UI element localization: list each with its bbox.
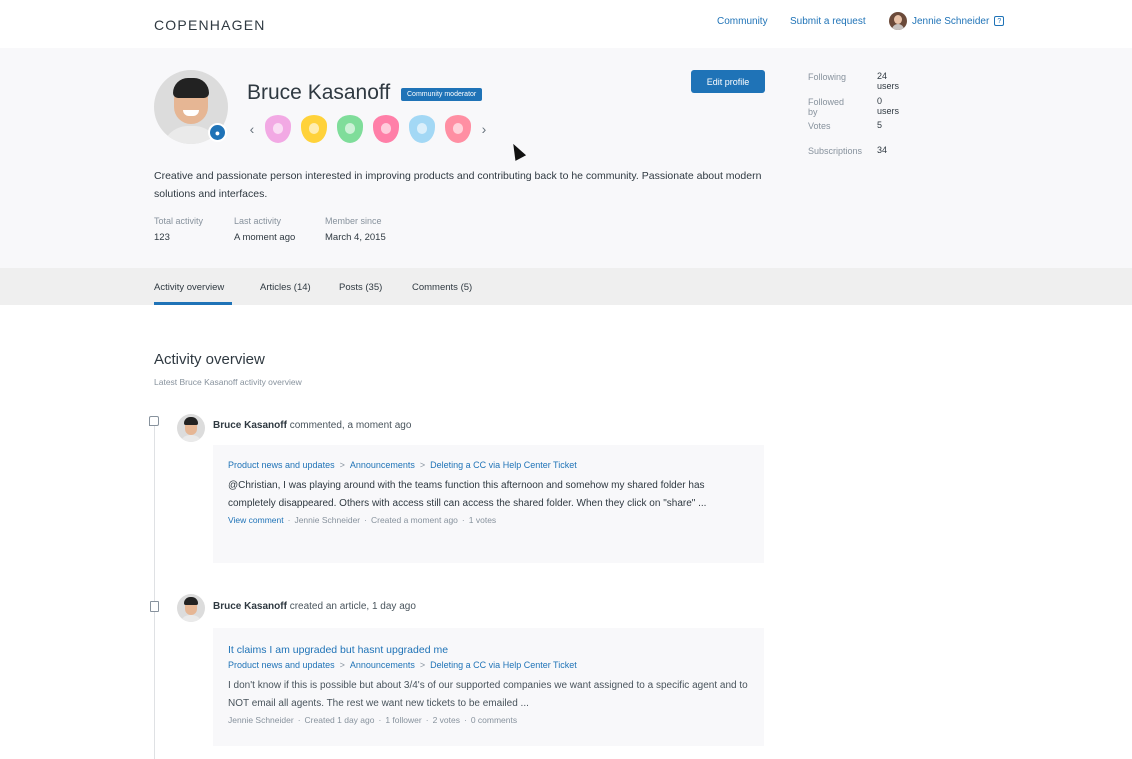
nav-submit-request-link[interactable]: Submit a request <box>790 16 866 27</box>
article-excerpt: I don't know if this is possible but abo… <box>228 680 748 709</box>
achievement-badge[interactable] <box>409 115 435 143</box>
achievement-badge[interactable] <box>265 115 291 143</box>
top-bar: COPENHAGEN Community Submit a request Je… <box>0 0 1132 48</box>
achievement-badge[interactable] <box>373 115 399 143</box>
breadcrumb-link[interactable]: Announcements <box>350 460 415 470</box>
achievements-carousel: ‹ › <box>244 115 492 143</box>
activity-card: Product news and updates > Announcements > D… <box>213 445 764 563</box>
tab-comments[interactable]: Comments (5) <box>412 282 472 293</box>
activity-heading: Bruce Kasanoff commented, a moment ago <box>213 420 411 431</box>
edit-profile-button[interactable]: Edit profile <box>691 70 765 93</box>
profile-header: ● Bruce Kasanoff Community moderator ‹ ›… <box>0 48 1132 268</box>
activity-meta: View comment · Jennie Schneider · Created a … <box>228 515 497 525</box>
user-icon: ● <box>208 123 227 142</box>
microphone-badge-icon <box>265 115 291 143</box>
activity-card: It claims I am upgraded but hasnt upgrad… <box>213 628 764 746</box>
meta-last-activity: Last activity A moment ago <box>234 216 296 243</box>
breadcrumb-link[interactable]: Deleting a CC via Help Center Ticket <box>430 660 577 670</box>
activity-meta: Jennie Schneider · Created 1 day ago · 1 fol… <box>228 715 518 725</box>
section-subtitle: Latest Bruce Kasanoff activity overview <box>154 377 302 387</box>
star-badge-icon <box>373 115 399 143</box>
meta-total-activity: Total activity 123 <box>154 216 204 243</box>
tab-articles[interactable]: Articles (14) <box>260 282 311 293</box>
tab-activity-overview[interactable]: Activity overview <box>154 282 224 293</box>
comment-icon <box>149 416 159 426</box>
breadcrumb-link[interactable]: Deleting a CC via Help Center Ticket <box>430 460 577 470</box>
article-title-link[interactable]: It claims I am upgraded but hasnt upgrad… <box>228 644 749 656</box>
breadcrumb-link[interactable]: Product news and updates <box>228 460 335 470</box>
activity-heading: Bruce Kasanoff created an article, 1 day… <box>213 601 416 612</box>
chevron-right-icon[interactable]: › <box>476 121 492 137</box>
profile-name: Bruce Kasanoff <box>247 81 391 104</box>
user-name: Jennie Schneider <box>912 15 990 27</box>
profile-tabs: Activity overview Articles (14) Posts (3… <box>0 268 1132 305</box>
achievement-badge[interactable] <box>337 115 363 143</box>
breadcrumb-link[interactable]: Announcements <box>350 660 415 670</box>
breadcrumb: Product news and updates > Announcements > D… <box>228 660 577 670</box>
role-badge: Community moderator <box>401 88 483 101</box>
activity-action: commented, a moment ago <box>289 420 412 431</box>
profile-bio: Creative and passionate person intereste… <box>154 170 762 200</box>
user-menu[interactable]: Jennie Schneider ? <box>889 12 1005 30</box>
meta-member-since: Member since March 4, 2015 <box>325 216 386 243</box>
activity-action: created an article, 1 day ago <box>289 601 416 612</box>
hand-badge-icon <box>301 115 327 143</box>
comment-excerpt: @Christian, I was playing around with th… <box>228 480 707 509</box>
tab-posts[interactable]: Posts (35) <box>339 282 382 293</box>
article-icon <box>150 601 159 612</box>
user-avatar <box>889 12 907 30</box>
nav-community-link[interactable]: Community <box>717 16 768 27</box>
breadcrumb-link[interactable]: Product news and updates <box>228 660 335 670</box>
achievement-badge[interactable] <box>445 115 471 143</box>
view-comment-link[interactable]: View comment <box>228 515 284 525</box>
chevron-left-icon[interactable]: ‹ <box>244 121 260 137</box>
active-tab-indicator <box>154 302 232 305</box>
handshake-badge-icon <box>445 115 471 143</box>
avatar[interactable] <box>177 594 205 622</box>
breadcrumb: Product news and updates > Announcements > D… <box>228 460 577 470</box>
brand-logo[interactable]: COPENHAGEN <box>154 17 266 33</box>
help-icon[interactable]: ? <box>994 16 1005 26</box>
achievement-badge[interactable] <box>301 115 327 143</box>
avatar[interactable] <box>177 414 205 442</box>
section-title: Activity overview <box>154 351 265 368</box>
activity-author-link[interactable]: Bruce Kasanoff <box>213 420 287 431</box>
activity-author-link[interactable]: Bruce Kasanoff <box>213 601 287 612</box>
people-badge-icon <box>409 115 435 143</box>
timeline-line <box>154 426 155 759</box>
flask-badge-icon <box>337 115 363 143</box>
